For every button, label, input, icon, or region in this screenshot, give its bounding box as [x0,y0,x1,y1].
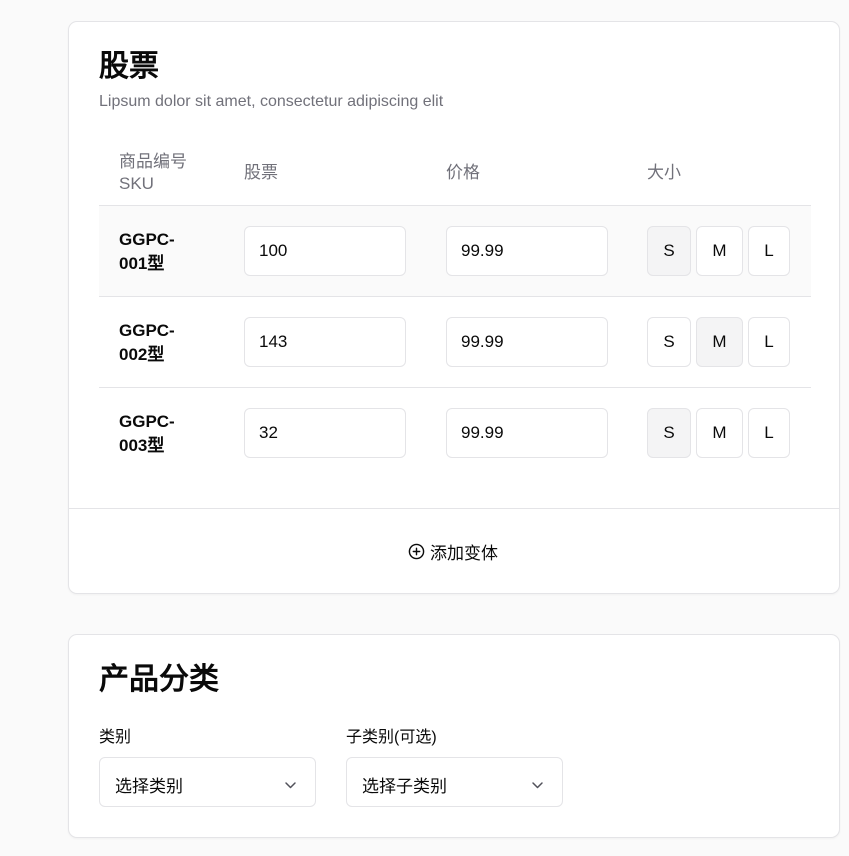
stock-card-footer: 添加变体 [69,508,839,595]
plus-circle-icon [408,543,425,560]
size-toggle-s[interactable]: S [647,408,691,458]
stock-card: 股票 Lipsum dolor sit amet, consectetur ad… [68,21,840,594]
size-toggle-m[interactable]: M [696,226,743,276]
price-input[interactable] [446,408,608,458]
stock-card-title: 股票 [99,50,159,83]
sku-cell: GGPC-002型 [119,321,175,364]
column-header-size: 大小 [647,163,681,182]
table-row: GGPC-001型 S M L [99,206,811,297]
category-label: 类别 [99,729,132,746]
price-input[interactable] [446,226,608,276]
sku-cell: GGPC-001型 [119,230,175,273]
stock-card-description: Lipsum dolor sit amet, consectetur adipi… [99,93,444,110]
category-select[interactable]: 选择类别 [99,757,316,807]
table-row: GGPC-003型 S M L [99,388,811,478]
stock-input[interactable] [244,226,406,276]
size-toggle-s[interactable]: S [647,317,691,367]
subcategory-select-value: 选择子类别 [362,777,447,796]
category-card: 产品分类 类别 选择类别 子类别(可选) 选择子类别 [68,634,840,838]
table-header: 商品编号SKU 股票 价格 大小 [99,142,811,206]
add-variant-label: 添加变体 [430,544,498,563]
size-toggle-l[interactable]: L [748,226,790,276]
subcategory-select[interactable]: 选择子类别 [346,757,563,807]
price-input[interactable] [446,317,608,367]
stock-input[interactable] [244,408,406,458]
subcategory-label: 子类别(可选) [346,729,437,746]
column-header-price: 价格 [446,163,480,182]
table-row: GGPC-002型 S M L [99,297,811,388]
stock-table: 商品编号SKU 股票 价格 大小 GGPC-001型 S M L GGPC-00… [99,142,811,478]
size-toggle-m[interactable]: M [696,408,743,458]
category-select-value: 选择类别 [115,777,183,796]
size-toggle-l[interactable]: L [748,408,790,458]
size-toggle-s[interactable]: S [647,226,691,276]
column-header-stock: 股票 [244,163,278,182]
chevron-down-icon [284,777,297,795]
size-toggle-l[interactable]: L [748,317,790,367]
column-header-sku: 商品编号SKU [119,152,187,194]
add-variant-button[interactable]: 添加变体 [408,539,498,564]
size-toggle-m[interactable]: M [696,317,743,367]
sku-cell: GGPC-003型 [119,412,175,455]
chevron-down-icon [531,777,544,795]
stock-input[interactable] [244,317,406,367]
category-card-title: 产品分类 [99,663,219,696]
